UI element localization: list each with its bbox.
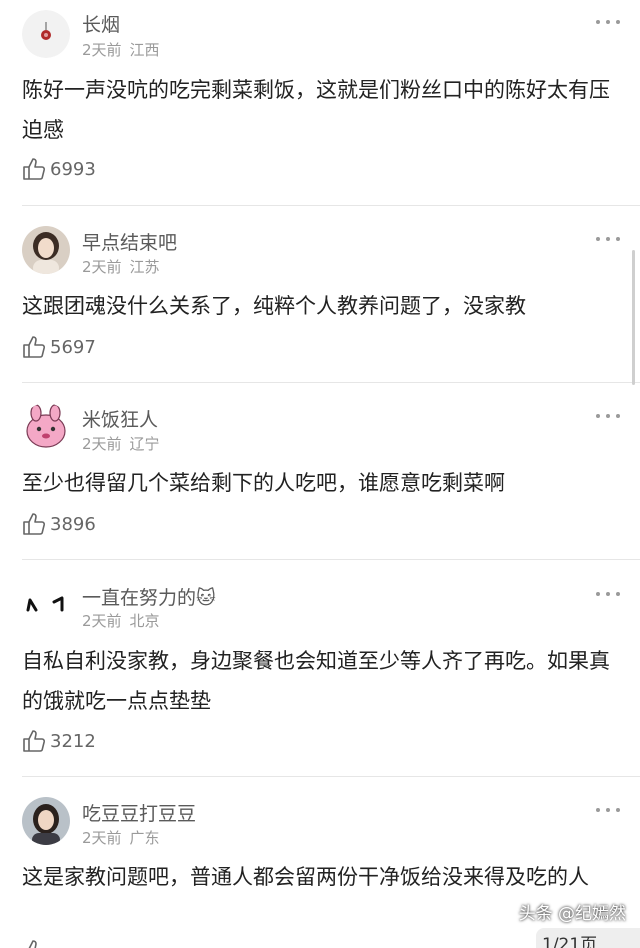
divider	[22, 776, 640, 777]
divider	[22, 382, 640, 383]
like-count: 3896	[50, 513, 96, 535]
thumbs-up-icon	[23, 730, 46, 752]
girl-photo-avatar-icon	[22, 226, 70, 274]
more-options-icon[interactable]	[596, 18, 620, 26]
comment-username[interactable]: 早点结束吧	[82, 228, 177, 255]
avatar[interactable]	[22, 403, 70, 451]
comment-text: 这是家教问题吧，普通人都会留两份干净饭给没来得及吃的人	[22, 865, 589, 889]
comment-meta: 2天前 江苏	[82, 256, 160, 277]
thumbs-up-icon	[23, 336, 46, 358]
thumbs-up-icon	[23, 513, 46, 535]
comment-meta: 2天前 广东	[82, 827, 160, 848]
comment-time: 2天前	[82, 41, 122, 59]
comment-location: 江西	[129, 41, 160, 59]
like-count: 6993	[50, 158, 96, 180]
like-count: 3212	[50, 730, 96, 752]
comment-text: 陈好一声没吭的吃完剩菜剩饭，这就是们粉丝口中的陈好太有压迫感	[22, 78, 610, 142]
comment-text: 这跟团魂没什么关系了，纯粹个人教养问题了，没家教	[22, 294, 526, 318]
comment-username[interactable]: 吃豆豆打豆豆	[82, 799, 196, 826]
more-options-icon[interactable]	[596, 590, 620, 598]
like-count: 5697	[50, 336, 96, 358]
scrollbar[interactable]	[632, 250, 635, 385]
comment-username[interactable]: 一直在努力的🐱	[82, 583, 216, 610]
source-watermark: 头条 @纪嫣然	[518, 904, 626, 924]
doodle-avatar-icon	[22, 580, 70, 628]
thumbs-up-icon	[23, 158, 46, 180]
comment-time: 2天前	[82, 258, 122, 276]
comment-meta: 2天前 辽宁	[82, 433, 160, 454]
red-knot-avatar-icon	[22, 10, 70, 58]
woman-photo-avatar-icon	[22, 797, 70, 845]
comment-time: 2天前	[82, 435, 122, 453]
like-button[interactable]: 3896	[22, 511, 96, 537]
more-options-icon[interactable]	[596, 412, 620, 420]
like-button[interactable]: 6993	[22, 156, 96, 182]
avatar[interactable]	[22, 580, 70, 628]
like-button[interactable]: 5697	[22, 334, 96, 360]
thumbs-up-icon	[28, 940, 37, 948]
more-options-icon[interactable]	[596, 806, 620, 814]
comment-location: 辽宁	[129, 435, 160, 453]
divider	[22, 559, 640, 560]
comment-meta: 2天前 北京	[82, 610, 160, 631]
comment-time: 2天前	[82, 612, 122, 630]
like-button[interactable]	[22, 938, 46, 948]
comment-username[interactable]: 米饭狂人	[82, 405, 158, 432]
comment-location: 广东	[129, 829, 160, 847]
avatar[interactable]	[22, 10, 70, 58]
comment-text: 至少也得留几个菜给剩下的人吃吧，谁愿意吃剩菜啊	[22, 471, 505, 495]
comment-username[interactable]: 长烟	[82, 10, 120, 37]
pink-bunny-avatar-icon	[22, 403, 70, 451]
comment-location: 北京	[129, 612, 160, 630]
like-button[interactable]: 3212	[22, 728, 96, 754]
comment-meta: 2天前 江西	[82, 39, 160, 60]
more-options-icon[interactable]	[596, 235, 620, 243]
avatar[interactable]	[22, 797, 70, 845]
divider	[22, 205, 640, 206]
comment-location: 江苏	[129, 258, 160, 276]
page-indicator[interactable]: 1/21页	[536, 928, 640, 948]
comment-text: 自私自利没家教，身边聚餐也会知道至少等人齐了再吃。如果真的饿就吃一点点垫垫	[22, 649, 610, 713]
comment-time: 2天前	[82, 829, 122, 847]
avatar[interactable]	[22, 226, 70, 274]
